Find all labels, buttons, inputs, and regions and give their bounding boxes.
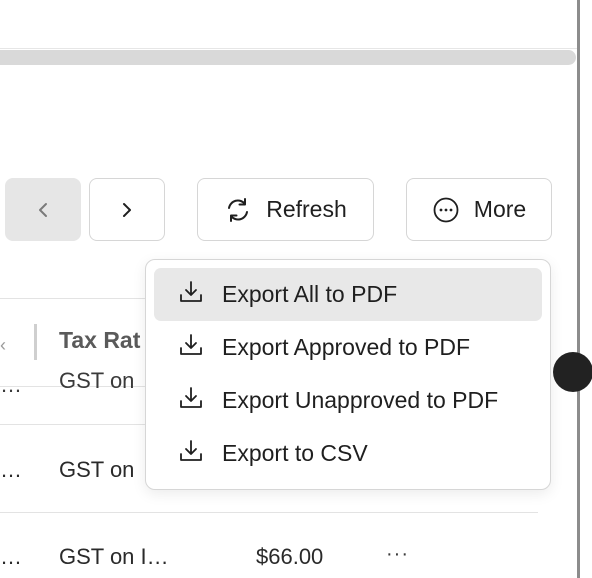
menu-item-label: Export Unapproved to PDF <box>222 387 499 413</box>
column-header-tax-rate[interactable]: Tax Rat <box>59 327 149 354</box>
table-header-top-border <box>0 298 150 299</box>
app-viewport: Refresh More ‹ Tax Rat … GST on … GST on… <box>0 0 592 578</box>
menu-item-export-unapproved-pdf[interactable]: Export Unapproved to PDF <box>154 374 542 427</box>
row-actions-button[interactable]: ··· <box>386 543 409 566</box>
horizontal-scrollbar[interactable] <box>0 50 576 65</box>
menu-item-export-all-pdf[interactable]: Export All to PDF <box>154 268 542 321</box>
menu-item-label: Export All to PDF <box>222 281 398 307</box>
top-header-area <box>0 0 577 49</box>
download-icon <box>178 438 204 470</box>
table-cell-tax: GST on <box>59 368 135 393</box>
menu-item-export-approved-pdf[interactable]: Export Approved to PDF <box>154 321 542 374</box>
table-cell-tax: GST on I… <box>59 544 169 569</box>
more-label: More <box>473 196 527 222</box>
table-cell: … <box>0 457 22 482</box>
download-icon <box>178 279 204 311</box>
menu-item-label: Export to CSV <box>222 440 368 466</box>
refresh-icon <box>224 196 252 224</box>
column-resize-handle[interactable] <box>34 324 37 360</box>
export-dropdown-menu: Export All to PDF Export Approved to PDF… <box>145 259 551 490</box>
chevron-right-icon <box>120 201 134 219</box>
refresh-button[interactable]: Refresh <box>197 178 374 241</box>
next-page-button[interactable] <box>89 178 165 241</box>
more-button[interactable]: More <box>406 178 552 241</box>
download-icon <box>178 332 204 364</box>
download-icon <box>178 385 204 417</box>
drag-handle[interactable] <box>553 352 592 392</box>
more-circle-icon <box>432 196 460 224</box>
table-cell: … <box>0 544 22 569</box>
table-cell: … <box>0 372 22 397</box>
menu-item-export-csv[interactable]: Export to CSV <box>154 427 542 480</box>
row-divider <box>0 512 538 513</box>
chevron-left-icon <box>36 201 50 219</box>
vertical-scrollbar[interactable] <box>577 0 592 578</box>
table-cell-tax: GST on <box>59 457 135 482</box>
table-cell-amount: $66.00 <box>256 544 324 569</box>
column-resize-stub: ‹ <box>0 335 6 355</box>
row-divider <box>0 424 150 425</box>
previous-page-button[interactable] <box>5 178 81 241</box>
refresh-label: Refresh <box>266 196 347 222</box>
menu-item-label: Export Approved to PDF <box>222 334 471 360</box>
